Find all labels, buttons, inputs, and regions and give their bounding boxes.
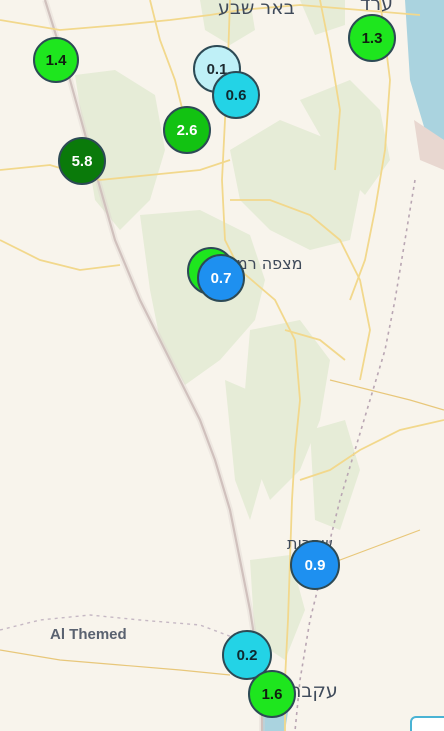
reading-marker[interactable]: 1.6 — [248, 670, 296, 718]
marker-value: 0.7 — [210, 269, 232, 287]
reading-marker[interactable]: 0.6 — [212, 71, 260, 119]
reading-marker[interactable]: 2.6 — [163, 106, 211, 154]
marker-value: 0.2 — [236, 646, 258, 664]
marker-value: 5.8 — [71, 152, 93, 170]
reading-marker[interactable]: 0.9 — [290, 540, 340, 590]
marker-value: 1.6 — [261, 685, 283, 703]
city-label-beersheba: באר שבע — [218, 0, 295, 19]
map-canvas[interactable]: באר שבע ערד מצפה רמון שחרות עקבה Al Them… — [0, 0, 444, 731]
city-label-aqaba: עקבה — [289, 680, 338, 702]
marker-value: 1.4 — [45, 51, 67, 69]
city-label-arad: ערד — [360, 0, 393, 15]
map-control-button[interactable] — [410, 716, 444, 731]
reading-marker[interactable]: 5.8 — [58, 137, 106, 185]
marker-value: 1.3 — [361, 29, 383, 47]
marker-value: 2.6 — [176, 121, 198, 139]
marker-value: 0.6 — [225, 86, 247, 104]
reading-marker[interactable]: 0.7 — [197, 254, 245, 302]
reading-marker[interactable]: 1.4 — [33, 37, 79, 83]
reading-marker[interactable]: 1.3 — [348, 14, 396, 62]
marker-value: 0.9 — [304, 556, 326, 574]
place-label-al-themed: Al Themed — [50, 626, 127, 643]
